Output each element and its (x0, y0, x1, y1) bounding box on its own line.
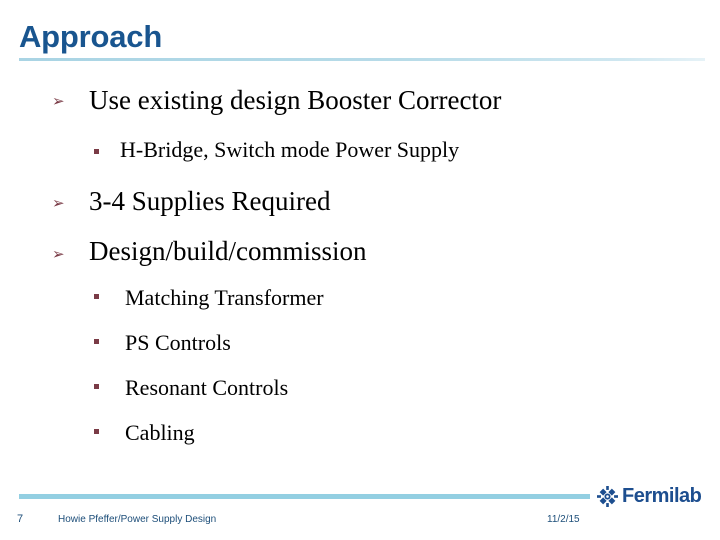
footer-date-text: 11/2/15 (547, 514, 580, 525)
bullet-marker-arrow-icon: ➢ (52, 92, 65, 110)
list-item: H-Bridge, Switch mode Power Supply (120, 137, 460, 162)
list-item: Cabling (125, 420, 195, 445)
bullet-marker-arrow-icon: ➢ (52, 194, 65, 212)
footer-divider-bar (19, 494, 590, 499)
title-divider (19, 58, 705, 61)
bullet-marker-square-icon (94, 149, 99, 154)
list-item: PS Controls (125, 330, 231, 355)
fermilab-mark-icon (597, 486, 618, 507)
list-item: 3-4 Supplies Required (89, 186, 331, 216)
slide-number: 7 (17, 513, 24, 525)
footer-author-text: Howie Pfeffer/Power Supply Design (58, 514, 217, 525)
bullet-marker-square-icon (94, 429, 99, 434)
list-item: Use existing design Booster Corrector (89, 85, 502, 115)
list-item: Matching Transformer (125, 285, 324, 310)
list-item: Resonant Controls (125, 375, 289, 400)
bullet-marker-square-icon (94, 294, 99, 299)
bullet-marker-arrow-icon: ➢ (52, 245, 65, 263)
fermilab-logo: Fermilab (597, 485, 702, 507)
list-item: Design/build/commission (89, 236, 367, 266)
bullet-marker-square-icon (94, 384, 99, 389)
bullet-marker-square-icon (94, 339, 99, 344)
page-title: Approach (19, 19, 163, 54)
slide-canvas: Approach ➢ Use existing design Booster C… (0, 0, 720, 540)
fermilab-wordmark-text: Fermilab (622, 485, 702, 507)
